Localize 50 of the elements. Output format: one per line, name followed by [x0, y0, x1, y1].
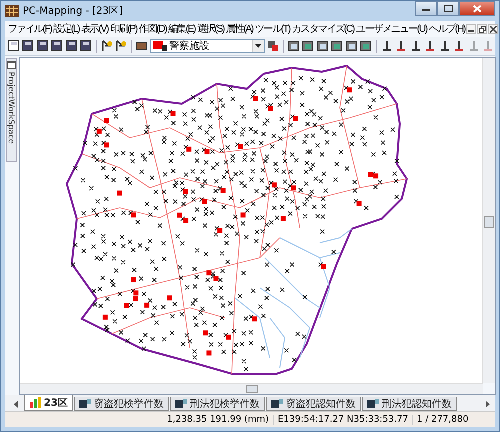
save-icon[interactable]: [36, 38, 50, 54]
map-canvas[interactable]: [20, 58, 482, 383]
layer-color-icon: [152, 41, 167, 51]
left-arrow-icon: [14, 400, 18, 408]
menu-item[interactable]: 表示(V): [80, 22, 110, 36]
menu-item[interactable]: 作図(D): [138, 22, 168, 36]
layer-settings-icon[interactable]: [266, 38, 280, 54]
menu-item[interactable]: ツール(T): [254, 22, 291, 36]
menu-item[interactable]: 印刷(P): [109, 22, 138, 36]
close-button[interactable]: [459, 1, 495, 16]
layer-icon: [366, 398, 379, 408]
horizontal-scrollbar[interactable]: [20, 383, 483, 394]
new-file-icon[interactable]: [7, 38, 21, 54]
dropdown-arrow-icon: [255, 44, 262, 48]
layer-dropdown[interactable]: 警察施設: [150, 39, 266, 53]
sheet-tab[interactable]: 窃盗犯認知件数: [266, 397, 361, 411]
maximize-button[interactable]: [437, 1, 459, 16]
close-button[interactable]: [488, 24, 498, 34]
menu-item[interactable]: 属性(A): [225, 22, 254, 36]
map-scale: 1 / 277,880: [412, 414, 495, 424]
sheet-tab[interactable]: 窃盗犯検挙件数: [74, 397, 169, 411]
minimize-button[interactable]: [466, 24, 476, 34]
geo-coordinates: E139:54:17.27 N35:33:53.77: [273, 414, 412, 424]
sheet-tab[interactable]: 23区: [24, 395, 73, 411]
layer-icon: [174, 398, 187, 408]
sheet-tab[interactable]: 刑法犯検挙件数: [170, 397, 265, 411]
menu-item[interactable]: 選択(S): [196, 22, 226, 36]
window-title: PC-Mapping - [23区]: [23, 5, 124, 18]
close-icon: [472, 4, 482, 12]
restore-button[interactable]: [477, 24, 488, 34]
maximize-icon: [444, 5, 452, 12]
menu-item[interactable]: 設定(L): [52, 22, 80, 36]
menu-item[interactable]: ヘルプ(H): [428, 22, 466, 36]
vertical-scrollbar[interactable]: [482, 58, 495, 383]
minimize-icon: [422, 6, 430, 10]
menu-item[interactable]: 編集(E): [167, 22, 196, 36]
paper-coordinates: 1,238.35 191.99 (mm): [166, 414, 270, 424]
menu-item[interactable]: カスタマイズ(C): [290, 22, 356, 36]
restore-icon: [478, 26, 486, 32]
sheet-tab[interactable]: 刑法犯認知件数: [362, 397, 457, 411]
map-grid-icon: [5, 5, 19, 17]
menu-item[interactable]: ユーザメニュー(U): [355, 22, 428, 36]
close-icon: [490, 26, 497, 32]
minimize-button[interactable]: [415, 1, 437, 16]
menu-item[interactable]: ファイル(F): [7, 22, 53, 36]
right-arrow-icon: [486, 400, 490, 408]
chart-icon: [29, 397, 41, 408]
side-panel-tab[interactable]: ProjectWorkSpace: [6, 58, 17, 162]
layer-icon: [270, 398, 283, 408]
layer-icon: [78, 398, 91, 408]
